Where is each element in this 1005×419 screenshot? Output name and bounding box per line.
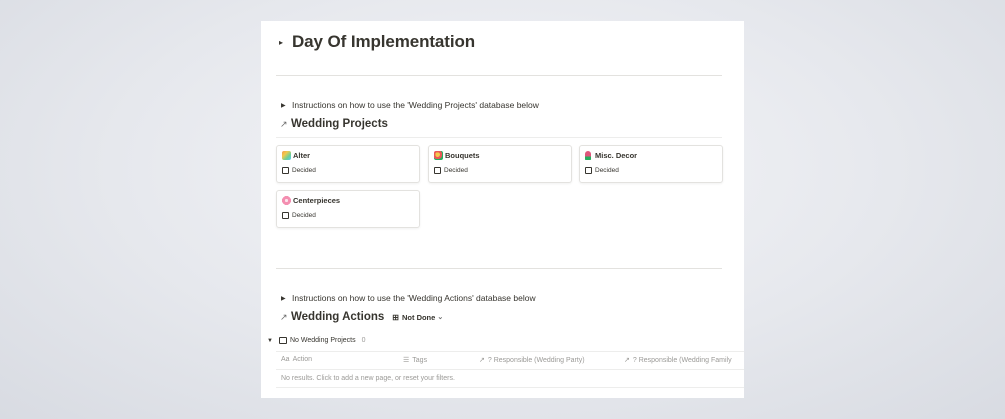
table-view-icon: ⊞ [392, 312, 399, 322]
multi-select-icon: ☰ [403, 357, 410, 364]
actions-instructions-label: Instructions on how to use the 'Wedding … [292, 293, 536, 303]
view-selector[interactable]: ⊞ Not Done ⌄ [392, 313, 443, 322]
db-title-underline [276, 137, 722, 138]
actions-instructions-toggle[interactable]: ▶ Instructions on how to use the 'Weddin… [281, 293, 536, 303]
linked-db-arrow-icon: ↗ [280, 118, 288, 129]
notion-page: ▸ Day Of Implementation ▶ Instructions o… [261, 21, 744, 398]
gallery-card-misc-decor[interactable]: Misc. Decor Decided [579, 145, 723, 183]
card-title: Alter [282, 151, 310, 160]
divider [276, 268, 722, 269]
page-icon [279, 337, 287, 344]
toggle-triangle-icon[interactable]: ▶ [281, 295, 292, 302]
column-header-label: Tags [412, 356, 428, 364]
card-title-text: Misc. Decor [595, 151, 638, 160]
card-title-text: Bouquets [445, 151, 480, 160]
card-property-label: Decided [292, 212, 316, 219]
bouquet-icon [434, 151, 443, 160]
gallery-card-centerpieces[interactable]: Centerpieces Decided [276, 190, 420, 228]
projects-instructions-toggle[interactable]: ▶ Instructions on how to use the 'Weddin… [281, 100, 539, 110]
column-header-responsible-party[interactable]: ↗ ? Responsible (Wedding Party) [479, 356, 585, 365]
projects-db-title[interactable]: ↗ Wedding Projects [280, 118, 388, 130]
column-header-tags[interactable]: ☰ Tags [403, 356, 428, 365]
group-count: 0 [361, 337, 366, 344]
column-header-label: ? Responsible (Wedding Family [632, 356, 732, 364]
group-toggle-triangle-icon[interactable]: ▼ [267, 338, 279, 344]
chevron-down-icon: ⌄ [437, 314, 444, 321]
card-property-label: Decided [292, 167, 316, 174]
toggle-triangle-icon[interactable]: ▶ [281, 102, 292, 109]
card-title: Bouquets [434, 151, 480, 160]
actions-db-title[interactable]: ↗ Wedding Actions ⊞ Not Done ⌄ [280, 311, 443, 323]
card-property-label: Decided [444, 167, 468, 174]
linked-db-arrow-icon: ↗ [280, 311, 288, 322]
projects-instructions-label: Instructions on how to use the 'Wedding … [292, 100, 539, 110]
gallery-card-bouquets[interactable]: Bouquets Decided [428, 145, 572, 183]
card-title: Centerpieces [282, 196, 340, 205]
column-header-responsible-family[interactable]: ↗ ? Responsible (Wedding Family [624, 356, 732, 365]
card-title-text: Alter [293, 151, 311, 160]
checkbox-icon[interactable] [585, 167, 592, 174]
card-property[interactable]: Decided [282, 212, 316, 219]
toggle-triangle-icon[interactable]: ▸ [279, 38, 291, 47]
column-header-label: ? Responsible (Wedding Party) [487, 356, 585, 364]
empty-state-message[interactable]: No results. Click to add a new page, or … [281, 375, 455, 382]
table-header: Aa Action ☰ Tags ↗ ? Responsible (Weddin… [261, 353, 744, 368]
checkbox-icon[interactable] [282, 212, 289, 219]
gallery-card-alter[interactable]: Alter Decided [276, 145, 420, 183]
card-property[interactable]: Decided [434, 167, 468, 174]
card-property-label: Decided [595, 167, 619, 174]
tulip-icon [585, 151, 591, 160]
title-property-icon: Aa [281, 356, 290, 363]
card-title-text: Centerpieces [293, 196, 341, 205]
table-top-border [276, 351, 744, 352]
projects-db-name[interactable]: Wedding Projects [291, 118, 388, 130]
checkbox-icon[interactable] [282, 167, 289, 174]
card-title: Misc. Decor [585, 151, 637, 160]
rainbow-icon [282, 151, 291, 160]
table-bottom-border [276, 387, 744, 388]
actions-db-name[interactable]: Wedding Actions [291, 311, 384, 323]
relation-arrow-icon: ↗ [479, 357, 485, 364]
view-selector-label: Not Done [401, 312, 436, 322]
page-heading: Day Of Implementation [292, 32, 476, 51]
card-property[interactable]: Decided [585, 167, 619, 174]
divider [276, 75, 722, 76]
column-header-label: Action [292, 356, 313, 363]
table-header-border [276, 369, 744, 370]
day-of-implementation-toggle[interactable]: ▸ Day Of Implementation [279, 32, 475, 52]
flower-icon [282, 196, 291, 205]
relation-arrow-icon: ↗ [624, 357, 630, 364]
checkbox-icon[interactable] [434, 167, 441, 174]
card-property[interactable]: Decided [282, 167, 316, 174]
group-header[interactable]: ▼ No Wedding Projects 0 [267, 337, 366, 344]
group-label: No Wedding Projects [290, 337, 356, 344]
column-header-action[interactable]: Aa Action [281, 356, 312, 363]
